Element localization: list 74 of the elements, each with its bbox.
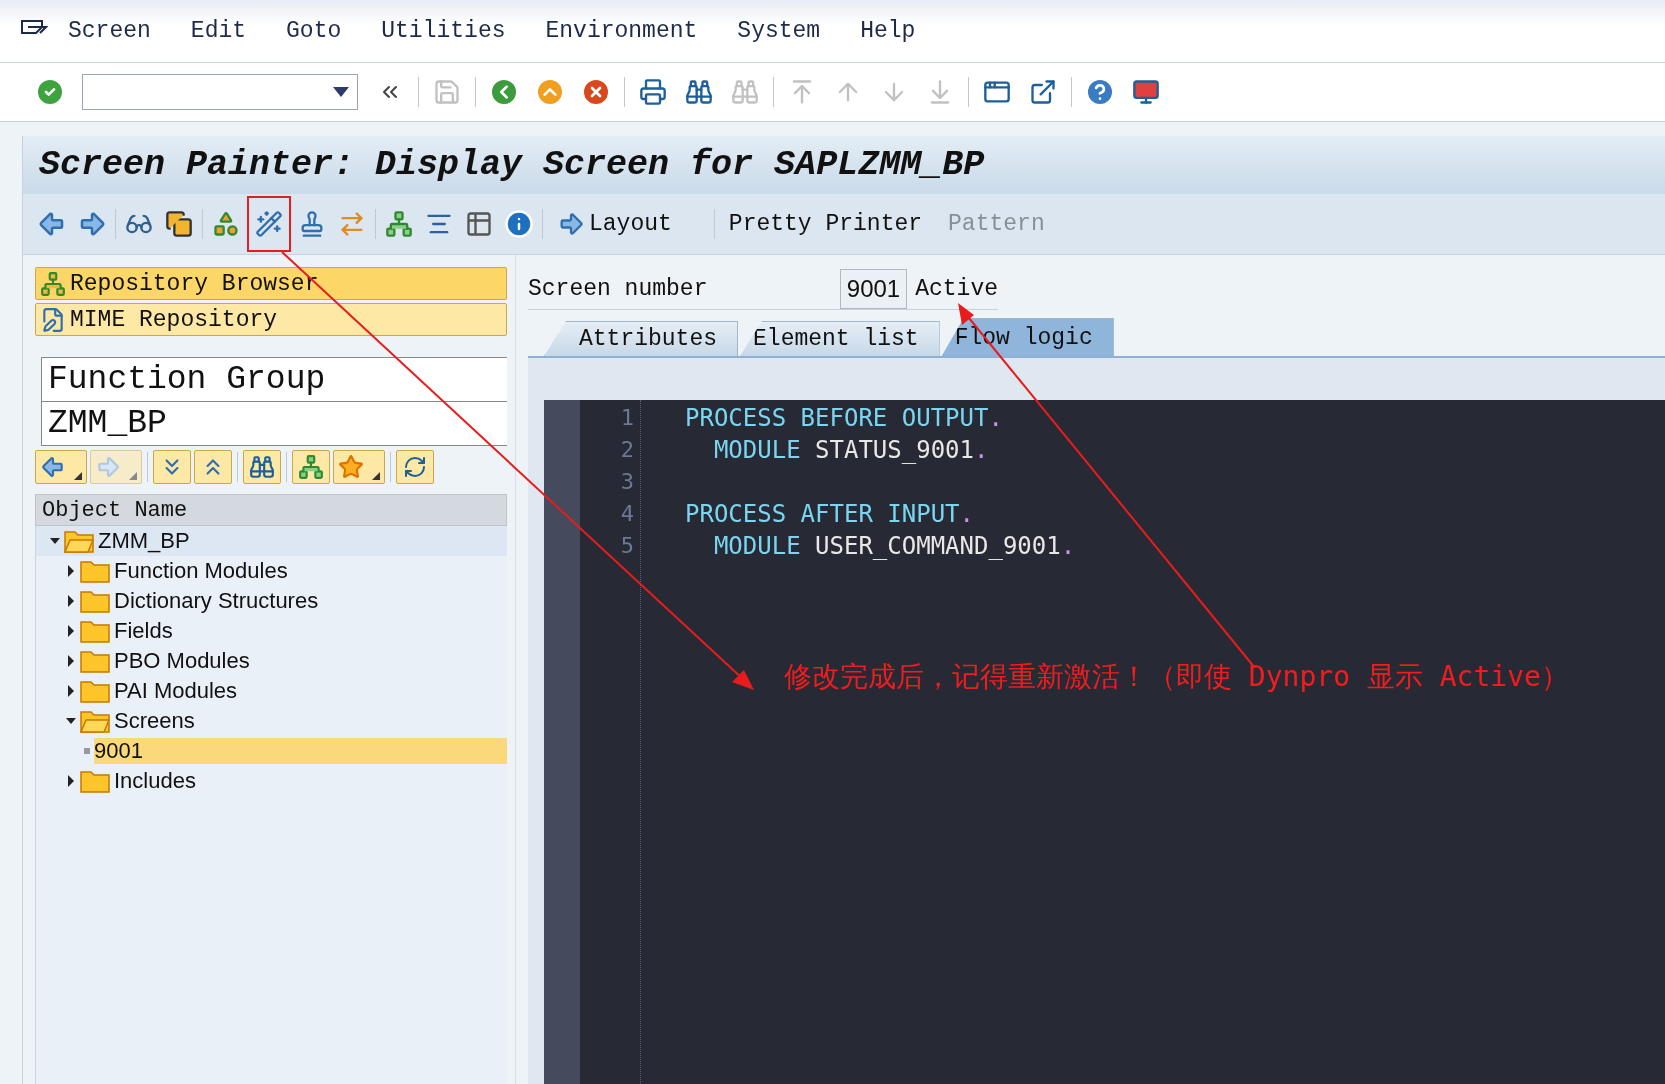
corner-caret-icon[interactable] bbox=[74, 472, 82, 480]
tree-item[interactable]: Screens bbox=[114, 708, 195, 734]
hierarchy-button[interactable] bbox=[292, 450, 330, 484]
expand-triangle-icon[interactable] bbox=[66, 595, 76, 607]
expand-triangle-icon[interactable] bbox=[66, 655, 76, 667]
expand-triangle-icon[interactable] bbox=[66, 625, 76, 637]
folder-icon bbox=[80, 589, 110, 613]
star-icon bbox=[338, 454, 364, 480]
tab[interactable]: Attributes bbox=[544, 321, 739, 356]
line-number: 2 bbox=[619, 436, 635, 464]
folder-icon bbox=[80, 769, 110, 793]
object-name-field[interactable]: ZMM_BP bbox=[41, 402, 507, 446]
binoculars-icon bbox=[249, 454, 275, 480]
open-folder-icon bbox=[64, 529, 94, 553]
status-text: Active bbox=[915, 276, 998, 302]
column-header: Object Name bbox=[35, 494, 507, 526]
expand-triangle-icon[interactable] bbox=[66, 775, 76, 787]
navigator-button[interactable]: MIME Repository bbox=[35, 303, 507, 336]
tree-item[interactable]: Dictionary Structures bbox=[114, 588, 319, 614]
star-button[interactable] bbox=[333, 450, 385, 484]
code-editor[interactable]: 1 2 3 4 5 PROCESS BEFORE OUTPUT. MODULE STATUS_9001. PROCESS AFTER INPUT. MODULE USER_COMMAND_9001. 修改完成后，记得重新激活！（即使 Dynpro 显示 Active） bbox=[544, 400, 1665, 1084]
open-folder-icon bbox=[80, 709, 110, 733]
folder-icon bbox=[80, 649, 110, 673]
left-arrow-icon bbox=[40, 454, 66, 480]
menu-item[interactable]: Screen bbox=[68, 18, 151, 44]
menu-item[interactable]: System bbox=[737, 18, 821, 44]
line-number: 5 bbox=[619, 532, 635, 560]
hierarchy-icon bbox=[40, 270, 66, 297]
expand-button[interactable] bbox=[153, 450, 191, 484]
line-number: 3 bbox=[619, 468, 635, 496]
navigator-button[interactable]: Repository Browser bbox=[35, 267, 507, 300]
menu-item[interactable]: Environment bbox=[545, 18, 698, 44]
code-line: PROCESS AFTER INPUT. bbox=[685, 500, 974, 528]
code-line: MODULE STATUS_9001. bbox=[712, 436, 989, 464]
tree-item[interactable]: PBO Modules bbox=[114, 648, 250, 674]
tree-item[interactable]: Function Modules bbox=[114, 558, 288, 584]
collapse-button[interactable] bbox=[194, 450, 232, 484]
line-number: 4 bbox=[619, 500, 635, 528]
menu-item[interactable]: Help bbox=[860, 18, 916, 44]
tab[interactable]: Element list bbox=[740, 321, 940, 356]
right-arrow-icon bbox=[95, 454, 121, 480]
line-number: 1 bbox=[619, 404, 635, 432]
screen-number-field: 9001 bbox=[839, 269, 908, 309]
menu-item[interactable]: Goto bbox=[286, 18, 342, 44]
code-line: PROCESS BEFORE OUTPUT. bbox=[685, 404, 1003, 432]
refresh-button[interactable] bbox=[396, 450, 434, 484]
left-arrow-button[interactable] bbox=[35, 450, 87, 484]
dropdown-caret-icon[interactable] bbox=[333, 87, 349, 97]
refresh-icon bbox=[403, 455, 427, 479]
code-line: MODULE USER_COMMAND_9001. bbox=[712, 532, 1076, 560]
tree-item[interactable]: Includes bbox=[114, 768, 196, 794]
tree-item[interactable]: ZMM_BP bbox=[98, 528, 190, 554]
file-pen-icon bbox=[40, 306, 66, 333]
toolbar-button[interactable]: Pretty Printer bbox=[718, 211, 933, 237]
tree-item[interactable]: 9001 bbox=[94, 738, 507, 764]
folder-icon bbox=[80, 559, 110, 583]
expand-triangle-icon[interactable] bbox=[66, 685, 76, 697]
object-type-field[interactable]: Function Group bbox=[41, 357, 507, 402]
expand-triangle-icon[interactable] bbox=[66, 565, 76, 577]
magic-wand-icon[interactable] bbox=[247, 196, 291, 252]
binoculars-button[interactable] bbox=[243, 450, 281, 484]
field-label: Screen number bbox=[528, 276, 709, 302]
command-field[interactable] bbox=[82, 74, 358, 110]
tree-item[interactable]: PAI Modules bbox=[114, 678, 238, 704]
menu-item[interactable]: Edit bbox=[190, 18, 247, 44]
menu-item[interactable]: Utilities bbox=[381, 18, 506, 44]
corner-caret-icon[interactable] bbox=[372, 472, 380, 480]
screen-title: Screen Painter: Display Screen for SAPLZMM_BP bbox=[23, 136, 1665, 194]
annotation-text: 修改完成后，记得重新激活！（即使 Dynpro 显示 Active） bbox=[784, 659, 1569, 695]
tree-item[interactable]: Fields bbox=[114, 618, 173, 644]
toolbar-button[interactable]: Layout bbox=[547, 210, 682, 238]
hierarchy-icon bbox=[298, 454, 324, 480]
folder-icon bbox=[80, 679, 110, 703]
folder-icon bbox=[80, 619, 110, 643]
